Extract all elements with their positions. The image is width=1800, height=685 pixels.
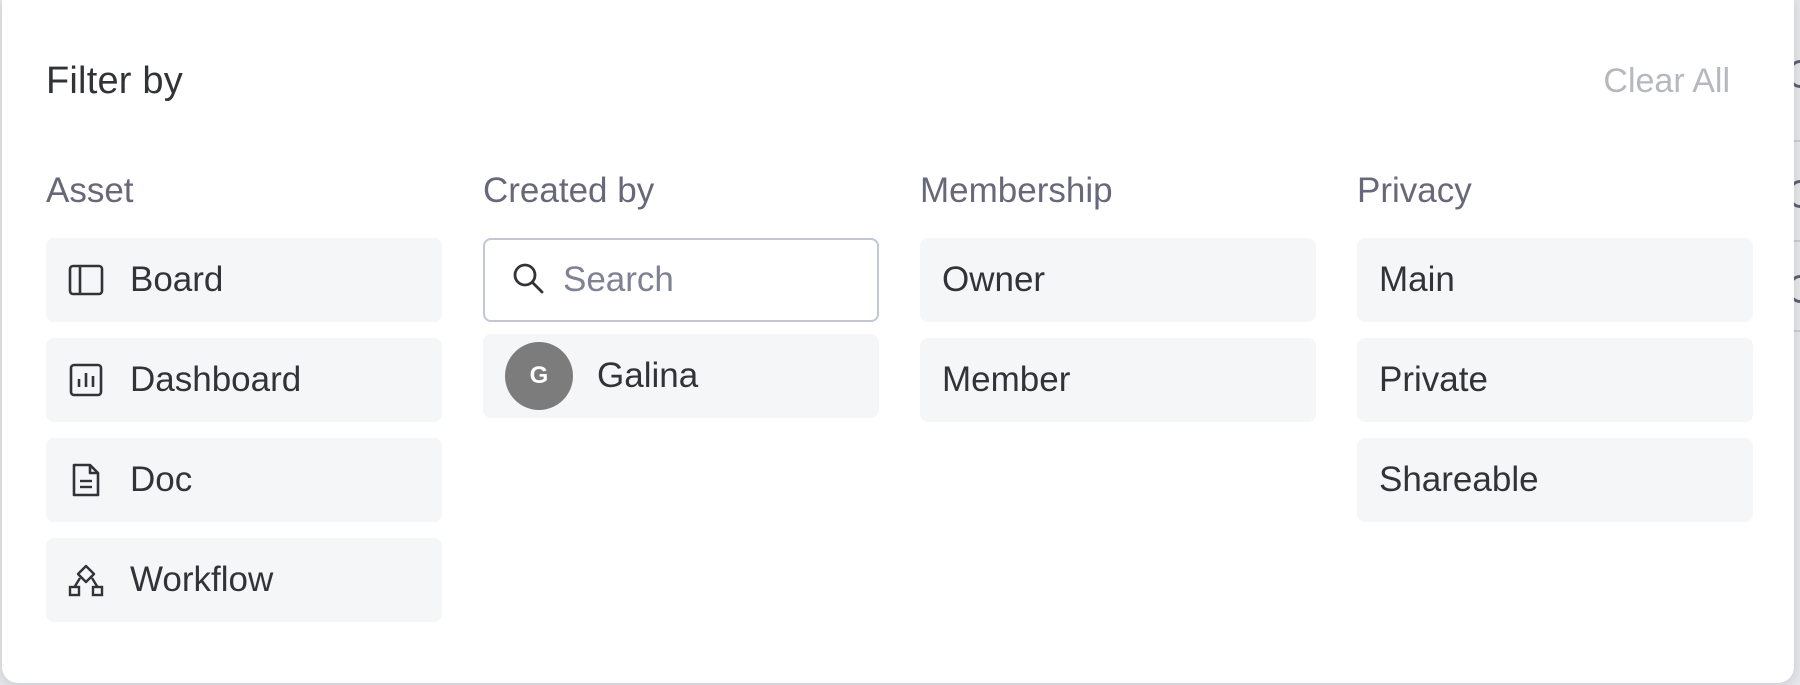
privacy-option-private[interactable]: Private <box>1357 338 1753 422</box>
created-by-heading: Created by <box>483 171 655 210</box>
asset-column: Asset Board Dashboard Doc Workflow <box>46 170 442 638</box>
asset-option-board[interactable]: Board <box>46 238 442 322</box>
asset-option-label: Doc <box>130 460 193 499</box>
filter-panel: Filter by Clear All Asset Board Dashboar… <box>2 0 1794 683</box>
membership-option-member[interactable]: Member <box>920 338 1316 422</box>
asset-option-label: Workflow <box>130 560 274 599</box>
privacy-column: Privacy Main Private Shareable <box>1357 170 1753 538</box>
search-icon <box>511 261 545 300</box>
search-input[interactable] <box>561 259 865 301</box>
privacy-option-label: Private <box>1379 360 1488 399</box>
person-option[interactable]: G Galina <box>483 334 879 418</box>
membership-heading: Membership <box>920 171 1113 210</box>
workflow-icon <box>68 562 104 598</box>
asset-heading: Asset <box>46 171 134 210</box>
privacy-option-label: Shareable <box>1379 460 1539 499</box>
membership-option-owner[interactable]: Owner <box>920 238 1316 322</box>
membership-option-label: Member <box>942 360 1071 399</box>
doc-icon <box>68 462 104 498</box>
search-field[interactable] <box>483 238 879 322</box>
privacy-option-label: Main <box>1379 260 1455 299</box>
membership-option-label: Owner <box>942 260 1046 299</box>
avatar: G <box>505 342 573 410</box>
board-icon <box>68 262 104 298</box>
privacy-option-shareable[interactable]: Shareable <box>1357 438 1753 522</box>
asset-option-label: Dashboard <box>130 360 302 399</box>
asset-option-label: Board <box>130 260 224 299</box>
asset-option-workflow[interactable]: Workflow <box>46 538 442 622</box>
membership-column: Membership Owner Member <box>920 170 1316 438</box>
dashboard-icon <box>68 362 104 398</box>
asset-option-doc[interactable]: Doc <box>46 438 442 522</box>
created-by-column: Created by G Galina <box>483 170 879 418</box>
asset-option-dashboard[interactable]: Dashboard <box>46 338 442 422</box>
clear-all-button[interactable]: Clear All <box>1603 62 1730 101</box>
person-name: Galina <box>597 356 699 395</box>
panel-title: Filter by <box>46 60 183 102</box>
privacy-heading: Privacy <box>1357 171 1472 210</box>
privacy-option-main[interactable]: Main <box>1357 238 1753 322</box>
